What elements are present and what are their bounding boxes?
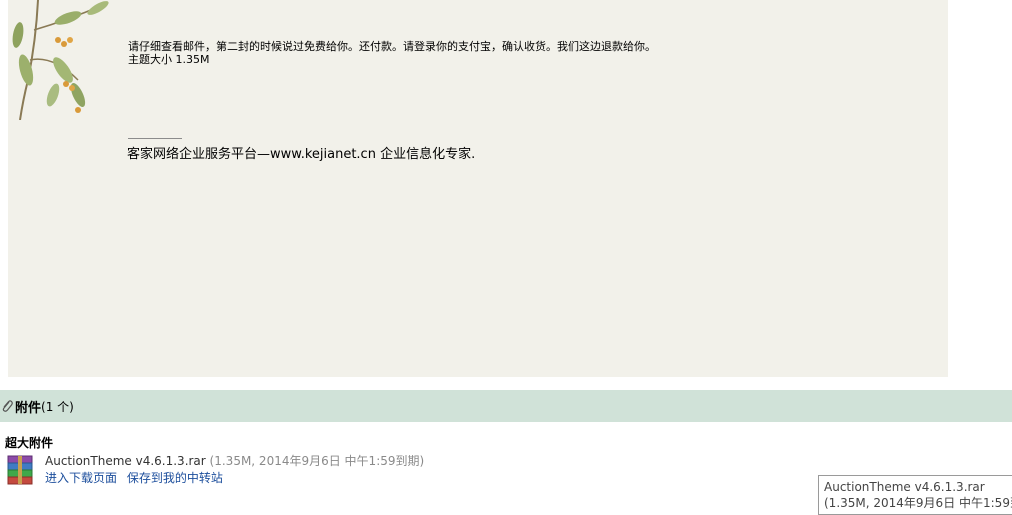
attachment-meta: (1.35M, 2014年9月6日 中午1:59到期) — [205, 454, 425, 468]
tooltip-line-1: AuctionTheme v4.6.1.3.rar — [824, 480, 985, 494]
message-line-2: 主题大小 1.35M — [128, 53, 210, 66]
attachment-tooltip: AuctionTheme v4.6.1.3.rar (1.35M, 2014年9… — [818, 475, 1012, 515]
large-attachment-label: 超大附件 — [5, 436, 54, 450]
signature: 客家网络企业服务平台—www.kejianet.cn 企业信息化专家. — [127, 147, 476, 162]
download-page-link[interactable]: 进入下载页面 — [45, 471, 117, 485]
attachment-filename[interactable]: AuctionTheme v4.6.1.3.rar — [45, 454, 206, 468]
attachments-title: 附件 — [15, 400, 42, 416]
attachments-count: (1 个) — [41, 399, 74, 414]
signature-divider — [128, 138, 182, 139]
paperclip-icon — [2, 400, 13, 412]
plant-decoration-icon — [12, 0, 109, 120]
tooltip-line-2: (1.35M, 2014年9月6日 中午1:59到期) — [824, 496, 1012, 510]
attachment-file-line: AuctionTheme v4.6.1.3.rar (1.35M, 2014年9… — [45, 452, 424, 469]
mail-body: 请仔细查看邮件，第二封的时候说过免费给你。还付款。请登录你的支付宝，确认收货。我… — [8, 0, 948, 377]
rar-file-icon — [7, 455, 33, 485]
save-to-transfer-link[interactable]: 保存到我的中转站 — [127, 471, 223, 485]
attachments-header: 附件 (1 个) — [0, 390, 1012, 422]
message-line-1: 请仔细查看邮件，第二封的时候说过免费给你。还付款。请登录你的支付宝，确认收货。我… — [128, 40, 656, 53]
attachment-links: 进入下载页面 保存到我的中转站 — [45, 469, 229, 486]
